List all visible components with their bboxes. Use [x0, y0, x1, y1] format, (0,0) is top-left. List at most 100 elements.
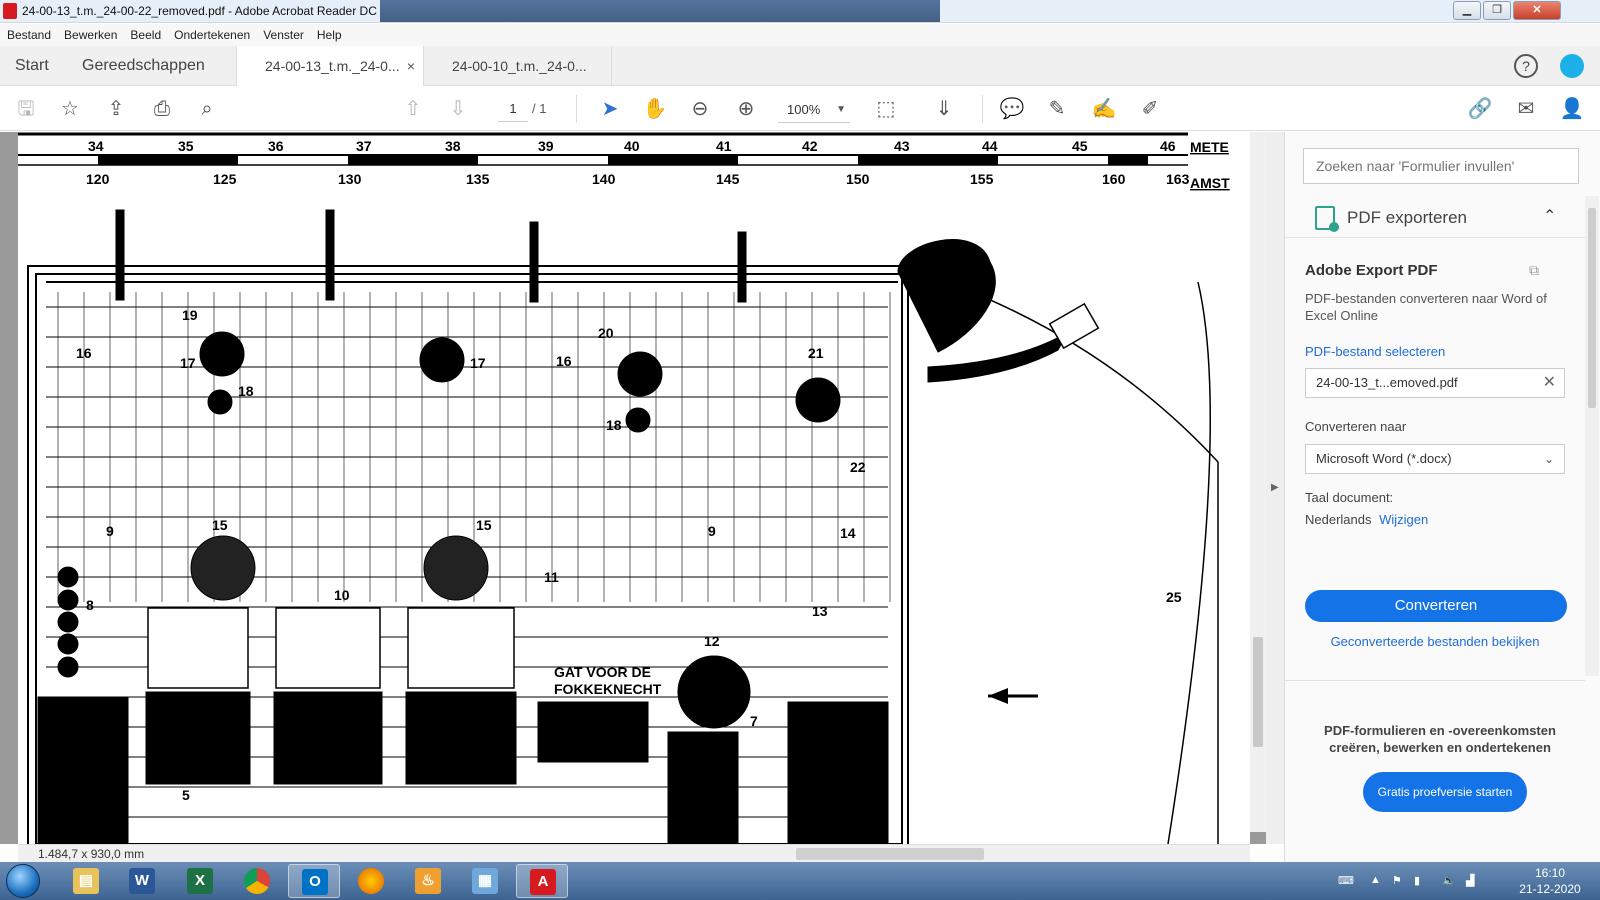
tab-document-active[interactable]: 24-00-13_t.m._24-0... × [236, 46, 424, 86]
flame-app-icon[interactable]: ♨ [402, 864, 454, 898]
zoom-out-icon[interactable]: ⊖ [686, 95, 714, 123]
keyboard-icon[interactable]: ⌨ [1338, 874, 1354, 888]
help-icon[interactable]: ? [1514, 54, 1538, 78]
clear-file-icon[interactable]: ✕ [1543, 369, 1556, 397]
tab-start[interactable]: Start [15, 46, 49, 86]
photos-icon[interactable]: ▦ [459, 864, 511, 898]
tab-document-2[interactable]: 24-00-10_t.m._24-0... [424, 46, 612, 86]
chrome-icon[interactable] [231, 864, 283, 898]
save-icon[interactable]: 🖫 [12, 95, 40, 123]
free-trial-button[interactable]: Gratis proefversie starten [1363, 772, 1527, 812]
zoom-search-icon[interactable]: ⌕ [193, 95, 221, 123]
document-view[interactable]: 34 35 36 37 38 39 40 41 42 43 44 45 46 120 125 130 135 1… [0, 132, 1273, 844]
pdf-export-header[interactable]: PDF exporteren ⌃ [1285, 196, 1585, 238]
scroll-mode-icon[interactable]: ⇓ [930, 95, 958, 123]
export-service-title: Adobe Export PDF [1305, 262, 1438, 279]
menu-venster[interactable]: Venster [256, 24, 310, 42]
part-callout: 10 [334, 587, 350, 603]
change-language-link[interactable]: Wijzigen [1379, 512, 1428, 527]
account-icon[interactable] [1560, 54, 1584, 78]
pane-scrollbar[interactable] [1585, 196, 1599, 676]
convert-to-label: Converteren naar [1305, 419, 1407, 434]
comment-icon[interactable]: 💬 [998, 95, 1026, 123]
select-arrow-icon[interactable]: ➤ [596, 95, 624, 123]
right-panel-toggle[interactable]: ▶ [1266, 132, 1284, 844]
battery-icon[interactable]: ▮ [1414, 874, 1428, 888]
clock[interactable]: 16:10 21-12-2020 [1510, 865, 1590, 897]
pane-scrollbar-thumb[interactable] [1588, 208, 1596, 408]
horizontal-scrollbar-thumb[interactable] [796, 848, 984, 860]
scale-bottom-label: 125 [213, 171, 237, 187]
vertical-scrollbar[interactable] [1250, 132, 1266, 832]
page-up-icon[interactable]: ⇧ [399, 95, 427, 123]
outlook-icon[interactable]: O [288, 864, 340, 898]
print-icon[interactable]: ⎙ [148, 95, 176, 123]
tools-pane: PDF exporteren ⌃ Adobe Export PDF ⧉ PDF-… [1284, 132, 1600, 862]
email-icon[interactable]: ✉ [1512, 95, 1540, 123]
scale-bottom-label: 140 [592, 171, 616, 187]
upload-icon[interactable]: ⇪ [102, 95, 130, 123]
page-down-icon[interactable]: ⇩ [444, 95, 472, 123]
fit-page-icon[interactable]: ⬚ [872, 95, 900, 123]
scale-top-unit: METE [1190, 139, 1229, 155]
sign-icon[interactable]: ✍ [1090, 95, 1118, 123]
menu-ondertekenen[interactable]: Ondertekenen [167, 24, 256, 42]
flag-icon[interactable]: ⚑ [1392, 874, 1406, 888]
convert-button[interactable]: Converteren [1305, 590, 1567, 622]
copy-icon[interactable]: ⧉ [1529, 262, 1539, 279]
close-button[interactable]: ✕ [1513, 1, 1561, 20]
pdf-export-icon [1315, 206, 1339, 232]
toolbar-separator [576, 95, 577, 123]
close-tab-icon[interactable]: × [407, 46, 415, 86]
part-callout: 9 [106, 523, 114, 539]
page-number-input[interactable] [498, 96, 528, 122]
part-callout: 17 [180, 355, 196, 371]
menu-bar: Bestand Bewerken Beeld Ondertekenen Venster H… [0, 24, 1600, 46]
part-callout: 11 [544, 569, 559, 585]
star-icon[interactable]: ☆ [56, 95, 84, 123]
tray-expand-icon[interactable]: ▲ [1370, 874, 1384, 888]
chevron-up-icon[interactable]: ⌃ [1543, 206, 1556, 226]
menu-bewerken[interactable]: Bewerken [57, 24, 123, 42]
scale-top-label: 34 [88, 138, 104, 154]
maximize-button[interactable]: ❐ [1483, 1, 1511, 20]
tab-gereedschappen[interactable]: Gereedschappen [82, 46, 205, 86]
start-button[interactable] [6, 864, 40, 898]
highlight-icon[interactable]: ✎ [1043, 95, 1071, 123]
share-link-icon[interactable]: 🔗 [1466, 95, 1494, 123]
scale-top-label: 40 [624, 138, 640, 154]
scale-bottom-label: 155 [970, 171, 994, 187]
part-callout: 17 [470, 355, 486, 371]
menu-bestand[interactable]: Bestand [0, 24, 57, 42]
explorer-icon[interactable]: ▤ [60, 864, 112, 898]
scale-top-label: 37 [356, 138, 372, 154]
part-callout: 7 [750, 713, 758, 729]
menu-help[interactable]: Help [310, 24, 348, 42]
volume-icon[interactable]: 🔈 [1442, 874, 1456, 888]
export-service-description: PDF-bestanden converteren naar Word of E… [1305, 291, 1547, 323]
firefox-icon[interactable] [345, 864, 397, 898]
scale-top-label: 36 [268, 138, 284, 154]
part-callout: 13 [812, 603, 828, 619]
add-user-icon[interactable]: 👤 [1558, 95, 1586, 123]
menu-beeld[interactable]: Beeld [123, 24, 167, 42]
zoom-dropdown[interactable]: 100% ▼ [778, 97, 850, 123]
scale-bottom-label: 135 [466, 171, 490, 187]
part-callout: 12 [704, 633, 720, 649]
expand-arrow-icon: ▶ [1271, 482, 1279, 493]
fill-sign-icon[interactable]: ✐ [1136, 95, 1164, 123]
convert-format-dropdown[interactable]: Microsoft Word (*.docx) ⌄ [1305, 444, 1565, 474]
scrollbar-thumb[interactable] [1253, 637, 1263, 747]
word-icon[interactable]: W [116, 864, 168, 898]
page-total: / 1 [532, 101, 547, 116]
tools-search-input[interactable] [1303, 148, 1579, 184]
excel-icon[interactable]: X [174, 864, 226, 898]
minimize-button[interactable]: ▁ [1453, 1, 1481, 20]
acrobat-icon[interactable]: A [516, 864, 568, 898]
zoom-in-icon[interactable]: ⊕ [732, 95, 760, 123]
network-icon[interactable]: ▟ [1466, 874, 1480, 888]
selected-file-field[interactable]: 24-00-13_t...emoved.pdf ✕ [1305, 368, 1565, 398]
view-converted-link[interactable]: Geconverteerde bestanden bekijken [1285, 634, 1585, 649]
select-pdf-link[interactable]: PDF-bestand selecteren [1305, 344, 1445, 359]
hand-icon[interactable]: ✋ [641, 95, 669, 123]
